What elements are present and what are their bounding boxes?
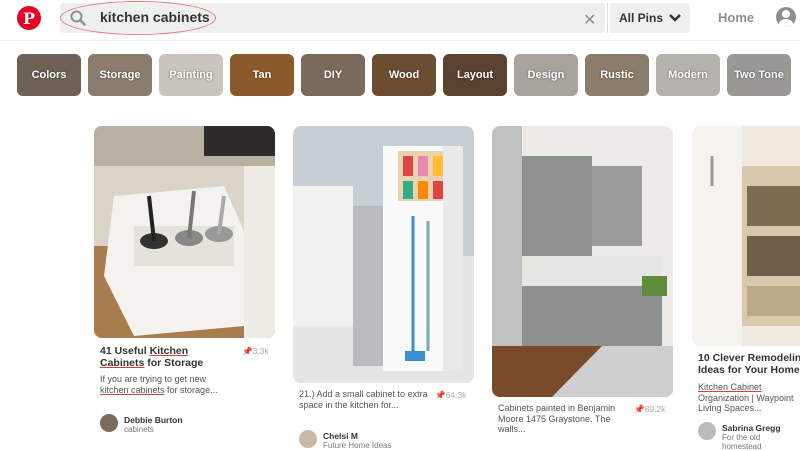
- pin-card[interactable]: 21.) Add a small cabinet to extra space …: [293, 126, 474, 450]
- home-link[interactable]: Home: [718, 10, 754, 25]
- pin-image[interactable]: [692, 126, 800, 346]
- pin-description: If you are trying to get new kitchen cab…: [100, 374, 230, 395]
- search-icon: [70, 10, 86, 26]
- pin-icon: 📌: [634, 404, 645, 414]
- avatar[interactable]: [299, 430, 317, 448]
- filter-chip-tan[interactable]: Tan: [230, 54, 294, 96]
- filter-label: Storage: [99, 69, 141, 81]
- pin-title-text: 41 Useful: [100, 345, 150, 357]
- pin-user-name[interactable]: Debbie Burton: [124, 415, 183, 425]
- pin-image[interactable]: [94, 126, 275, 338]
- pin-saves: 📌89.2k: [634, 404, 665, 415]
- pullout-organizer-photo: [692, 126, 800, 346]
- gray-kitchen-photo: [492, 126, 673, 397]
- pin-desc-highlight: Kitchen Cabinet: [698, 382, 762, 392]
- pin-saves: 📌3.3k: [242, 346, 269, 357]
- header-divider: [0, 40, 800, 41]
- filter-chip-diy[interactable]: DIY: [301, 54, 365, 96]
- pin-user-name[interactable]: Sabrina Gregg: [722, 423, 781, 433]
- filter-chip-layout[interactable]: Layout: [443, 54, 507, 96]
- pin-title[interactable]: 41 Useful Kitchen Cabinets for Storage: [100, 345, 230, 369]
- filter-label: Colors: [31, 69, 67, 81]
- filter-chip-storage[interactable]: Storage: [88, 54, 152, 96]
- pin-card[interactable]: 10 Clever Remodeling Ideas for Your Home…: [692, 126, 800, 451]
- filter-chip-wood[interactable]: Wood: [372, 54, 436, 96]
- filter-chip-two-tone[interactable]: Two Tone: [727, 54, 791, 96]
- scope-dropdown[interactable]: All Pins: [610, 3, 690, 33]
- cabinet-drawer-photo: [94, 126, 275, 338]
- pin-desc-text: If you are trying to get new: [100, 374, 207, 384]
- pin-save-count: 89.2k: [644, 404, 666, 414]
- pinterest-logo[interactable]: P: [17, 6, 41, 30]
- pin-board-name[interactable]: Future Home Ideas: [323, 441, 391, 450]
- pin-desc-text: Organization | Waypoint Living Spaces...: [698, 392, 794, 414]
- chevron-down-icon: [669, 14, 681, 22]
- pin-title[interactable]: 10 Clever Remodeling Ideas for Your Home: [698, 352, 800, 376]
- pin-icon: 📌: [435, 390, 446, 400]
- pin-image[interactable]: [492, 126, 673, 397]
- pin-save-count: 3.3k: [252, 346, 269, 356]
- pin-card[interactable]: 41 Useful Kitchen Cabinets for Storage 📌…: [94, 126, 275, 447]
- filter-label: Painting: [169, 69, 213, 81]
- pin-title-text: for Storage: [144, 357, 204, 369]
- filter-chip-rustic[interactable]: Rustic: [585, 54, 649, 96]
- pin-image[interactable]: [293, 126, 474, 383]
- pin-save-count: 64.3k: [445, 390, 467, 400]
- pin-icon: 📌: [242, 346, 253, 356]
- filter-label: DIY: [323, 69, 343, 81]
- filter-chip-colors[interactable]: Colors: [17, 54, 81, 96]
- avatar[interactable]: [698, 422, 716, 440]
- pin-card[interactable]: Cabinets painted in Benjamin Moore 1475 …: [492, 126, 673, 447]
- avatar[interactable]: [100, 414, 118, 432]
- filter-label: Modern: [668, 69, 708, 81]
- filter-chip-modern[interactable]: Modern: [656, 54, 720, 96]
- filter-label: Two Tone: [734, 69, 784, 81]
- filter-label: Rustic: [600, 69, 634, 81]
- pin-description: Kitchen Cabinet Organization | Waypoint …: [698, 382, 800, 414]
- clear-search-icon[interactable]: ✕: [583, 10, 596, 30]
- pin-description: Cabinets painted in Benjamin Moore 1475 …: [498, 403, 616, 434]
- broom-closet-photo: [293, 126, 474, 383]
- filter-label: Design: [527, 69, 565, 81]
- search-divider: [607, 3, 608, 33]
- pin-board-name[interactable]: cabinets: [124, 425, 154, 434]
- filter-label: Layout: [456, 69, 494, 81]
- pin-board-name[interactable]: For the old homestead: [722, 433, 800, 451]
- pin-saves: 📌64.3k: [435, 390, 466, 401]
- pin-desc-text: for storage...: [164, 384, 218, 395]
- top-header: P kitchen cabinets ✕ All Pins Home: [0, 0, 800, 40]
- search-bar[interactable]: kitchen cabinets ✕: [60, 1, 605, 35]
- pin-user-name[interactable]: Chelsi M: [323, 431, 358, 441]
- filter-chip-painting[interactable]: Painting: [159, 54, 223, 96]
- pin-description: 21.) Add a small cabinet to extra space …: [299, 389, 428, 410]
- filter-chip-design[interactable]: Design: [514, 54, 578, 96]
- filter-label: Tan: [252, 69, 272, 81]
- filter-label: Wood: [388, 69, 420, 81]
- pin-desc-highlight: kitchen cabinets: [100, 384, 165, 395]
- search-input[interactable]: kitchen cabinets: [100, 9, 210, 25]
- profile-avatar[interactable]: [776, 7, 796, 27]
- scope-label: All Pins: [618, 11, 663, 25]
